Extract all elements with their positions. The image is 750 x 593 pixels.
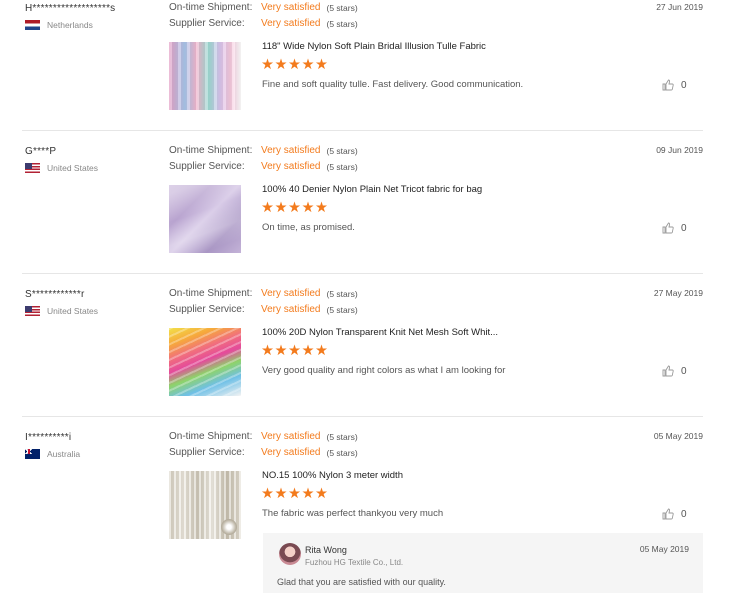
on-time-value: Very satisfied <box>261 431 321 442</box>
supplier-label: Supplier Service: <box>169 304 245 315</box>
review-separator <box>22 416 703 417</box>
supplier-stars: (5 stars) <box>326 18 358 29</box>
supplier-stars: (5 stars) <box>326 161 358 172</box>
supplier-value: Very satisfied <box>261 18 321 29</box>
review-separator <box>22 273 703 274</box>
thumbs-up-icon <box>662 79 674 91</box>
buyer-country: Netherlands <box>25 20 93 30</box>
review-comment: The fabric was perfect thankyou very muc… <box>262 508 444 519</box>
avatar <box>279 543 301 565</box>
product-thumbnail[interactable] <box>169 328 241 396</box>
like-count: 0 <box>681 365 687 377</box>
on-time-value: Very satisfied <box>261 2 321 13</box>
on-time-stars: (5 stars) <box>326 431 358 442</box>
review-date: 27 Jun 2019 <box>656 2 703 12</box>
on-time-shipment-rating: On-time Shipment: Very satisfied (5 star… <box>169 145 358 156</box>
buyer-country: United States <box>25 163 98 173</box>
on-time-shipment-rating: On-time Shipment: Very satisfied (5 star… <box>169 431 358 442</box>
on-time-stars: (5 stars) <box>326 145 358 156</box>
thumbs-up-icon <box>662 222 674 234</box>
review-comment: On time, as promised. <box>262 222 355 233</box>
reply-company: Fuzhou HG Textile Co., Ltd. <box>305 558 404 567</box>
like-count: 0 <box>681 508 687 520</box>
like-button[interactable]: 0 <box>662 222 687 234</box>
reply-date: 05 May 2019 <box>639 544 689 554</box>
like-count: 0 <box>681 222 687 234</box>
supplier-service-rating: Supplier Service: Very satisfied (5 star… <box>169 18 358 29</box>
supplier-label: Supplier Service: <box>169 447 245 458</box>
supplier-service-rating: Supplier Service: Very satisfied (5 star… <box>169 304 358 315</box>
like-count: 0 <box>681 79 687 91</box>
supplier-reply: Rita Wong Fuzhou HG Textile Co., Ltd. 05… <box>263 533 703 593</box>
supplier-label: Supplier Service: <box>169 161 245 172</box>
thumbs-up-icon <box>662 365 674 377</box>
product-title-link[interactable]: 118" Wide Nylon Soft Plain Bridal Illusi… <box>262 41 486 52</box>
on-time-label: On-time Shipment: <box>169 2 253 13</box>
netherlands-flag-icon <box>25 20 40 30</box>
on-time-value: Very satisfied <box>261 288 321 299</box>
buyer-country: Australia <box>25 449 80 459</box>
on-time-shipment-rating: On-time Shipment: Very satisfied (5 star… <box>169 2 358 13</box>
review-date: 27 May 2019 <box>653 288 703 298</box>
country-label: United States <box>47 163 99 173</box>
product-title-link[interactable]: NO.15 100% Nylon 3 meter width <box>262 470 403 481</box>
supplier-stars: (5 stars) <box>326 304 358 315</box>
supplier-service-rating: Supplier Service: Very satisfied (5 star… <box>169 161 358 172</box>
product-title-link[interactable]: 100% 20D Nylon Transparent Knit Net Mesh… <box>262 327 498 338</box>
product-thumbnail[interactable] <box>169 42 241 110</box>
supplier-value: Very satisfied <box>261 447 321 458</box>
product-thumbnail[interactable] <box>169 471 241 539</box>
on-time-shipment-rating: On-time Shipment: Very satisfied (5 star… <box>169 288 358 299</box>
country-label: Netherlands <box>47 20 93 30</box>
review-comment: Very good quality and right colors as wh… <box>262 365 506 376</box>
on-time-label: On-time Shipment: <box>169 431 253 442</box>
supplier-value: Very satisfied <box>261 304 321 315</box>
country-label: United States <box>47 306 99 316</box>
on-time-stars: (5 stars) <box>326 288 358 299</box>
reply-text: Glad that you are satisfied with our qua… <box>277 577 446 587</box>
product-title-link[interactable]: 100% 40 Denier Nylon Plain Net Tricot fa… <box>262 184 482 195</box>
supplier-stars: (5 stars) <box>326 447 358 458</box>
star-rating: ★★★★★ <box>261 57 329 73</box>
review-comment: Fine and soft quality tulle. Fast delive… <box>262 79 524 90</box>
buyer-name: I**********i <box>25 432 72 443</box>
on-time-label: On-time Shipment: <box>169 288 253 299</box>
star-rating: ★★★★★ <box>261 200 329 216</box>
review-separator <box>22 130 703 131</box>
buyer-name: G****P <box>25 146 57 157</box>
reply-author-name: Rita Wong <box>305 545 347 555</box>
buyer-name: S************r <box>25 289 85 300</box>
product-thumbnail[interactable] <box>169 185 241 253</box>
star-rating: ★★★★★ <box>261 486 329 502</box>
united-states-flag-icon <box>25 163 40 173</box>
review-date: 05 May 2019 <box>653 431 703 441</box>
on-time-value: Very satisfied <box>261 145 321 156</box>
on-time-stars: (5 stars) <box>326 2 358 13</box>
on-time-label: On-time Shipment: <box>169 145 253 156</box>
united-states-flag-icon <box>25 306 40 316</box>
australia-flag-icon <box>25 449 40 459</box>
supplier-label: Supplier Service: <box>169 18 245 29</box>
star-rating: ★★★★★ <box>261 343 329 359</box>
thumbs-up-icon <box>662 508 674 520</box>
review-date: 09 Jun 2019 <box>656 145 703 155</box>
supplier-value: Very satisfied <box>261 161 321 172</box>
buyer-country: United States <box>25 306 98 316</box>
like-button[interactable]: 0 <box>662 508 687 520</box>
like-button[interactable]: 0 <box>662 79 687 91</box>
like-button[interactable]: 0 <box>662 365 687 377</box>
supplier-service-rating: Supplier Service: Very satisfied (5 star… <box>169 447 358 458</box>
country-label: Australia <box>47 449 81 459</box>
buyer-name: H*******************s <box>25 3 116 14</box>
